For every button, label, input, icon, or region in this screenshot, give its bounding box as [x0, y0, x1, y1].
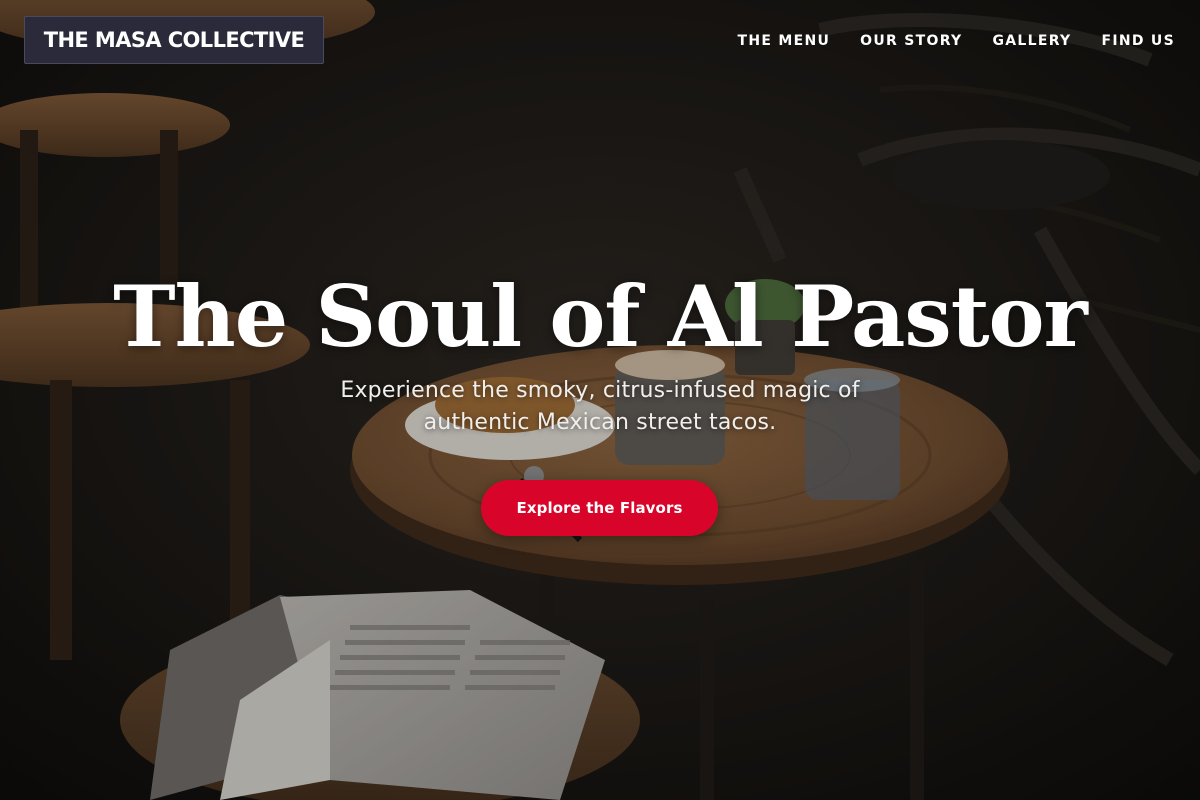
hero-title: The Soul of Al Pastor — [113, 267, 1088, 366]
hero-section: THE MASA COLLECTIVE THE MENU OUR STORY G… — [0, 0, 1200, 800]
hero-subtitle: Experience the smoky, citrus-infused mag… — [340, 378, 860, 435]
main-nav: THE MENU OUR STORY GALLERY FIND US — [707, 31, 1175, 51]
nav-link-gallery[interactable]: GALLERY — [992, 31, 1071, 51]
nav-link-our-story[interactable]: OUR STORY — [860, 31, 962, 51]
nav-link-menu[interactable]: THE MENU — [737, 31, 830, 51]
explore-flavors-button[interactable]: Explore the Flavors — [481, 480, 718, 536]
brand-logo[interactable]: THE MASA COLLECTIVE — [24, 16, 324, 64]
nav-link-find-us[interactable]: FIND US — [1101, 31, 1175, 51]
